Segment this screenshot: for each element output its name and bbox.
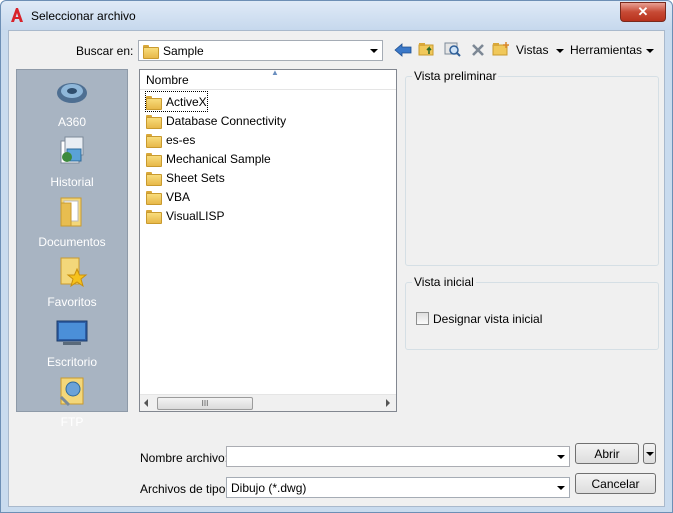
autocad-logo-icon bbox=[11, 8, 23, 22]
ftp-icon bbox=[59, 377, 84, 407]
history-icon bbox=[60, 136, 84, 164]
place-label: FTP bbox=[60, 415, 84, 429]
folder-icon bbox=[146, 209, 162, 224]
scroll-right-icon[interactable] bbox=[386, 399, 390, 407]
close-icon: ✕ bbox=[637, 4, 649, 19]
delete-x-icon bbox=[472, 44, 484, 56]
up-folder-button[interactable] bbox=[417, 39, 437, 59]
desktop-monitor-icon bbox=[56, 320, 88, 345]
open-button[interactable]: Abrir bbox=[575, 443, 639, 464]
column-header-label: Nombre bbox=[146, 73, 189, 87]
file-name-label: Nombre archivo: bbox=[140, 451, 229, 465]
scroll-left-icon[interactable] bbox=[144, 399, 148, 407]
places-bar: A360 Historial Documentos Favoritos Escr… bbox=[16, 69, 128, 429]
file-type-value: Dibujo (*.dwg) bbox=[231, 481, 307, 495]
place-label: Historial bbox=[50, 175, 94, 189]
place-historial[interactable]: Historial bbox=[17, 135, 127, 195]
list-item[interactable]: Database Connectivity bbox=[146, 111, 286, 130]
initial-view-group: Vista inicial Designar vista inicial bbox=[405, 275, 659, 350]
look-in-label: Buscar en: bbox=[76, 44, 134, 58]
search-web-button[interactable] bbox=[443, 39, 463, 59]
file-type-label: Archivos de tipo: bbox=[140, 482, 229, 496]
initial-view-title: Vista inicial bbox=[412, 275, 476, 289]
folder-icon bbox=[146, 114, 162, 129]
list-item[interactable]: Sheet Sets bbox=[146, 168, 225, 187]
place-documentos[interactable]: Documentos bbox=[17, 195, 127, 255]
a360-cloud-icon bbox=[57, 83, 87, 103]
tools-menu[interactable]: Herramientas bbox=[556, 43, 642, 57]
place-escritorio[interactable]: Escritorio bbox=[17, 315, 127, 375]
file-type-dropdown[interactable]: Dibujo (*.dwg) bbox=[226, 477, 570, 498]
back-button[interactable] bbox=[393, 40, 413, 60]
folder-icon bbox=[146, 95, 162, 110]
documents-folder-icon bbox=[60, 197, 82, 227]
file-name-field[interactable] bbox=[226, 446, 570, 467]
close-button[interactable]: ✕ bbox=[620, 2, 666, 22]
title-bar[interactable]: Seleccionar archivo ✕ bbox=[1, 1, 672, 30]
place-label: Documentos bbox=[38, 235, 106, 249]
back-arrow-icon bbox=[394, 43, 412, 57]
place-favoritos[interactable]: Favoritos bbox=[17, 255, 127, 315]
dialog-window: Seleccionar archivo ✕ Buscar en: Sample bbox=[0, 0, 673, 513]
new-folder-icon bbox=[492, 42, 509, 56]
preview-group: Vista preliminar bbox=[405, 69, 659, 266]
list-item[interactable]: Mechanical Sample bbox=[146, 149, 271, 168]
place-ftp[interactable]: FTP bbox=[17, 375, 127, 435]
scroll-thumb[interactable]: III bbox=[157, 397, 253, 410]
list-item[interactable]: es-es bbox=[146, 130, 195, 149]
folder-icon bbox=[146, 152, 162, 167]
place-label: Favoritos bbox=[47, 295, 97, 309]
chevron-down-icon bbox=[556, 48, 564, 53]
list-item[interactable]: VisualLISP bbox=[146, 206, 224, 225]
folder-icon bbox=[146, 133, 162, 148]
dialog-body: Buscar en: Sample Vistas Herramientas A3… bbox=[8, 30, 665, 507]
chevron-down-icon[interactable] bbox=[557, 455, 565, 459]
place-label: Escritorio bbox=[46, 355, 97, 369]
chevron-down-icon bbox=[645, 451, 654, 456]
folder-icon bbox=[146, 171, 162, 186]
up-one-level-icon bbox=[418, 43, 434, 56]
chevron-down-icon bbox=[557, 486, 565, 490]
place-a360[interactable]: A360 bbox=[17, 75, 127, 135]
initial-view-checkbox-label[interactable]: Designar vista inicial bbox=[433, 312, 542, 326]
look-in-dropdown[interactable]: Sample bbox=[138, 40, 383, 61]
favorites-folder-icon bbox=[60, 257, 88, 288]
window-title: Seleccionar archivo bbox=[31, 9, 136, 23]
new-folder-button[interactable] bbox=[491, 39, 511, 59]
list-item[interactable]: VBA bbox=[146, 187, 190, 206]
folder-icon bbox=[143, 45, 159, 59]
look-in-value: Sample bbox=[163, 44, 204, 58]
toolbar-overflow-button[interactable] bbox=[646, 43, 654, 57]
horizontal-scrollbar[interactable]: III bbox=[140, 394, 396, 411]
chevron-down-icon bbox=[646, 48, 654, 53]
list-item[interactable]: ActiveX bbox=[145, 91, 208, 112]
folder-icon bbox=[146, 190, 162, 205]
cancel-button[interactable]: Cancelar bbox=[575, 473, 656, 494]
delete-button[interactable] bbox=[468, 40, 488, 60]
place-label: A360 bbox=[57, 115, 87, 129]
column-header-name[interactable]: ▲ Nombre bbox=[140, 68, 396, 90]
preview-title: Vista preliminar bbox=[412, 69, 499, 83]
search-icon bbox=[444, 42, 461, 57]
sort-ascending-icon: ▲ bbox=[271, 68, 279, 77]
open-options-button[interactable] bbox=[643, 443, 656, 464]
file-list[interactable]: ▲ Nombre ActiveX Database Connectivity e… bbox=[139, 68, 397, 412]
chevron-down-icon bbox=[370, 49, 378, 53]
initial-view-checkbox[interactable] bbox=[416, 312, 429, 325]
views-menu[interactable]: Vistas bbox=[516, 43, 548, 57]
